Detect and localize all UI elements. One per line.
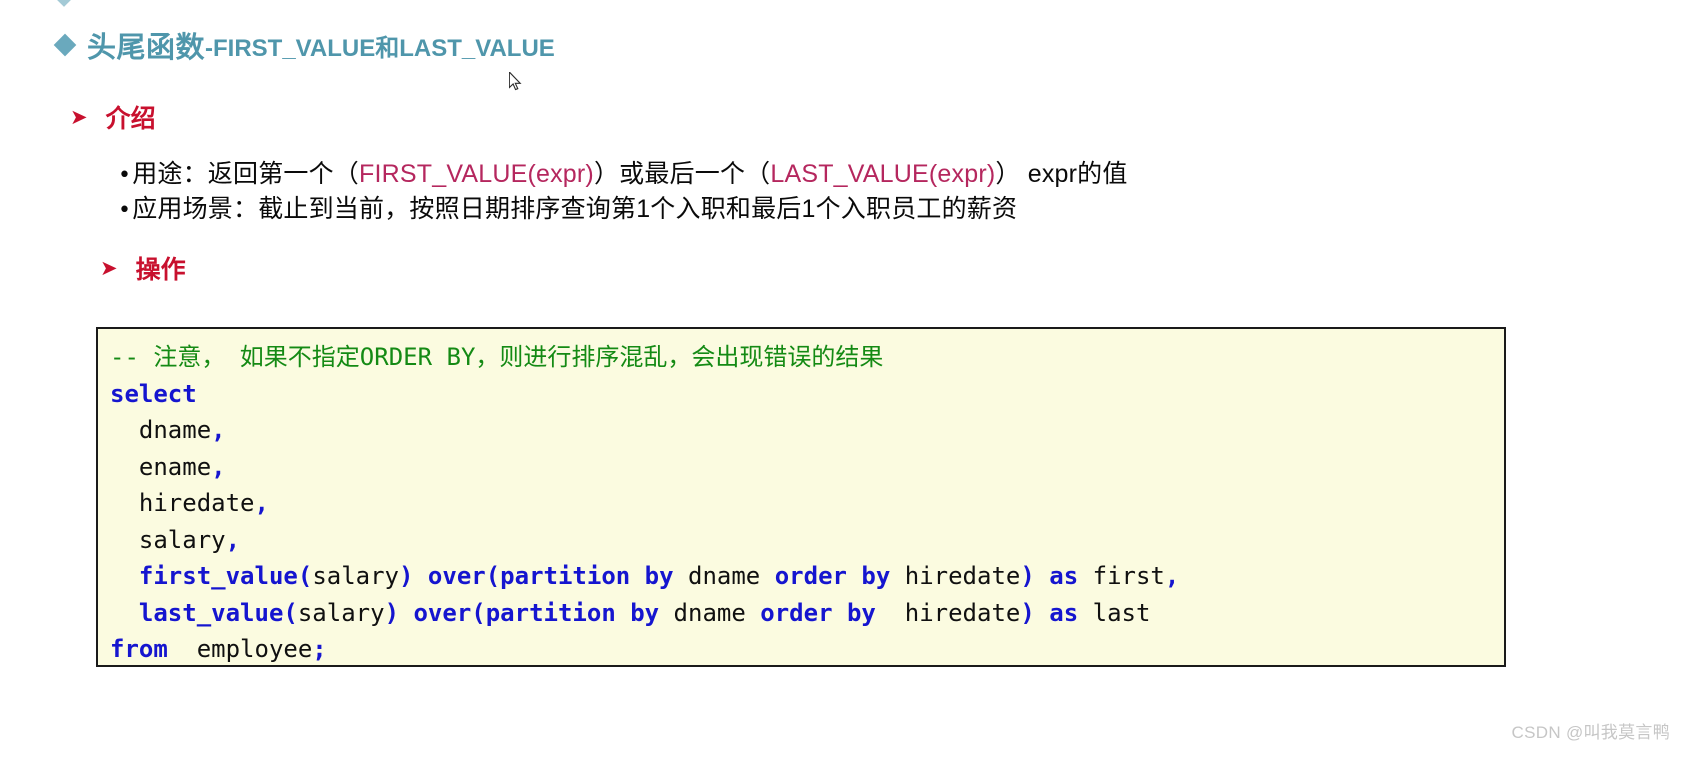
code-token: select [110,379,197,408]
code-token: dname [659,598,761,627]
code-token: , [225,525,241,554]
section-heading-intro: ➤ 介绍 [70,99,156,135]
code-token: , [254,489,269,517]
usage-code-last-value: LAST_VALUE(expr) [770,160,996,188]
code-token: first_value [138,562,298,590]
sql-code-block[interactable]: -- 注意， 如果不指定ORDER BY，则进行排序混乱，会出现错误的结果 se… [96,327,1506,667]
section-label-intro: 介绍 [105,105,156,133]
usage-prefix: 用途：返回第一个（ [132,160,359,188]
page-title-cn: 头尾函数 [87,32,206,64]
sql-code-text: -- 注意， 如果不指定ORDER BY，则进行排序混乱，会出现错误的结果 se… [110,339,1492,665]
mouse-pointer-icon [509,72,522,91]
code-token: as [1049,598,1079,627]
bullet-scenario: •应用场景：截止到当前，按照日期排序查询第1个入职和最后1个入职员工的薪资 [118,189,1017,225]
code-token: salary [297,598,385,627]
code-token: ( [283,598,298,627]
bullet-dot-icon: • [118,198,132,223]
code-token: order by [760,598,876,627]
code-token: salary [110,525,226,554]
arrow-bullet-icon: ➤ [100,255,118,280]
usage-code-first-value: FIRST_VALUE(expr) [359,160,594,188]
code-token: ) [399,562,414,590]
watermark: CSDN @叫我莫言鸭 [1511,723,1670,742]
code-token: salary [312,562,400,590]
page-title-en: -FIRST_VALUE和LAST_VALUE [205,34,555,62]
arrow-bullet-icon: ➤ [70,104,88,129]
bullet-usage: •用途：返回第一个（FIRST_VALUE(expr)）或最后一个（LAST_V… [118,154,1128,190]
code-token: , [1164,562,1180,590]
code-token: ( [471,598,486,627]
bullet-dot-icon: • [118,163,132,188]
code-token: , [211,452,226,481]
code-token: hiredate [110,489,255,517]
code-token: ename [110,452,212,481]
usage-suffix: ） expr的值 [995,160,1128,188]
code-token: dname [110,416,212,444]
section-label-operation: 操作 [135,256,186,284]
usage-middle: ）或最后一个（ [593,160,771,188]
code-token: over [427,562,486,590]
page-title: 头尾函数 -FIRST_VALUE和LAST_VALUE [53,24,555,66]
code-token: hiredate [890,562,1021,590]
code-token: first [1078,562,1165,590]
code-token: hiredate [875,598,1021,627]
code-token: dname [673,562,775,590]
slide-top-edge [0,0,1684,7]
code-token: ( [297,562,313,590]
scenario-text: 应用场景：截止到当前，按照日期排序查询第1个入职和最后1个入职员工的薪资 [132,195,1018,223]
code-token: , [211,416,226,444]
code-token: ) [1020,598,1035,627]
code-token: partition by [485,598,660,627]
code-token: -- 注意， 如果不指定ORDER BY，则进行排序混乱，会出现错误的结果 [110,343,884,371]
code-token: ) [384,598,400,627]
code-token: employee [167,635,313,663]
code-token: ) [1020,562,1035,590]
code-token: as [1049,562,1079,590]
code-token: last_value [138,598,284,627]
code-token: partition by [500,562,674,590]
code-token: from [110,635,168,663]
code-token: over [413,598,472,627]
code-token: last [1078,598,1151,627]
code-token: ( [485,562,501,590]
code-token: ; [312,635,327,663]
code-token: order by [774,562,891,590]
diamond-bullet-icon [53,33,77,57]
section-heading-operation: ➤ 操作 [100,250,186,286]
